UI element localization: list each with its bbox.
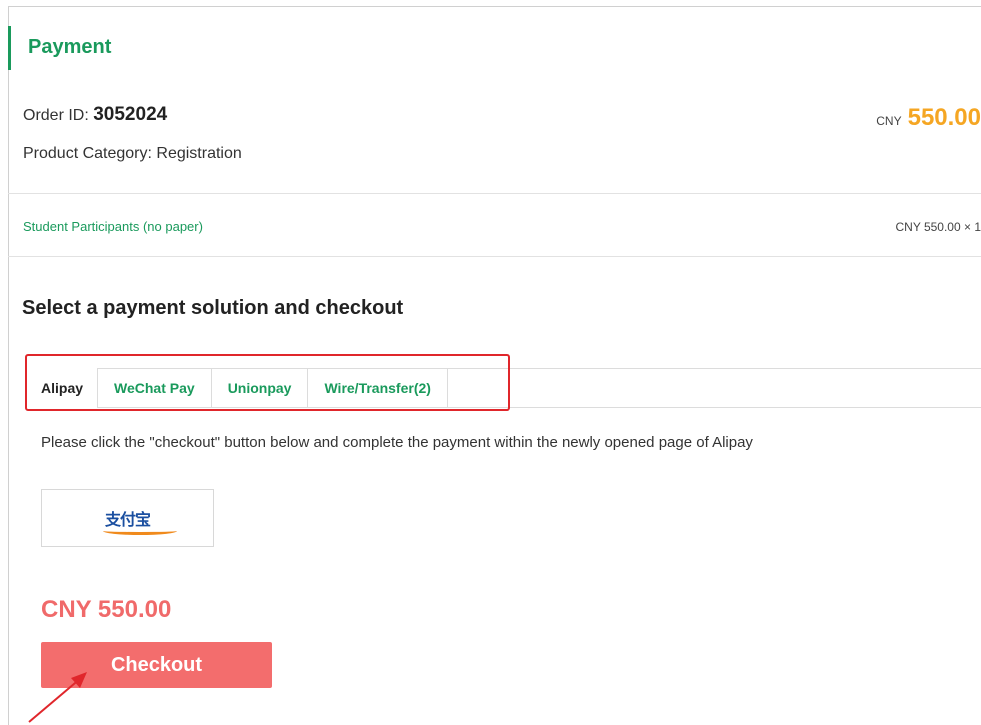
tab-wire-transfer[interactable]: Wire/Transfer(2) (307, 368, 448, 408)
order-currency: CNY (876, 114, 902, 128)
order-amount: CNY 550.00 (876, 104, 981, 132)
line-item-name: Student Participants (no paper) (23, 219, 203, 234)
tab-unionpay[interactable]: Unionpay (210, 368, 308, 408)
total-amount: CNY 550.00 (41, 596, 172, 623)
annotation-arrow-icon (28, 672, 87, 723)
payment-tabs: Alipay WeChat Pay Unionpay Wire/Transfer… (26, 368, 448, 408)
tab-wechat-pay[interactable]: WeChat Pay (97, 368, 211, 408)
line-item-price: CNY 550.00 × 1 (895, 220, 981, 234)
order-id-label: Order ID: (23, 107, 94, 124)
order-id-value: 3052024 (93, 104, 168, 125)
alipay-logo-swoosh (102, 527, 177, 535)
payment-instruction: Please click the "checkout" button below… (41, 434, 753, 451)
alipay-method-option[interactable]: 支付宝 (41, 489, 214, 547)
alipay-logo: 支付宝 (102, 506, 177, 535)
order-id: Order ID: 3052024 (23, 104, 167, 126)
divider (8, 256, 981, 257)
tab-alipay[interactable]: Alipay (26, 368, 98, 408)
order-amount-value: 550.00 (907, 104, 981, 131)
title-accent-bar (8, 26, 11, 70)
page-title: Payment (28, 36, 112, 58)
product-category: Product Category: Registration (23, 145, 242, 162)
divider (8, 193, 981, 194)
payment-heading: Select a payment solution and checkout (22, 297, 404, 319)
